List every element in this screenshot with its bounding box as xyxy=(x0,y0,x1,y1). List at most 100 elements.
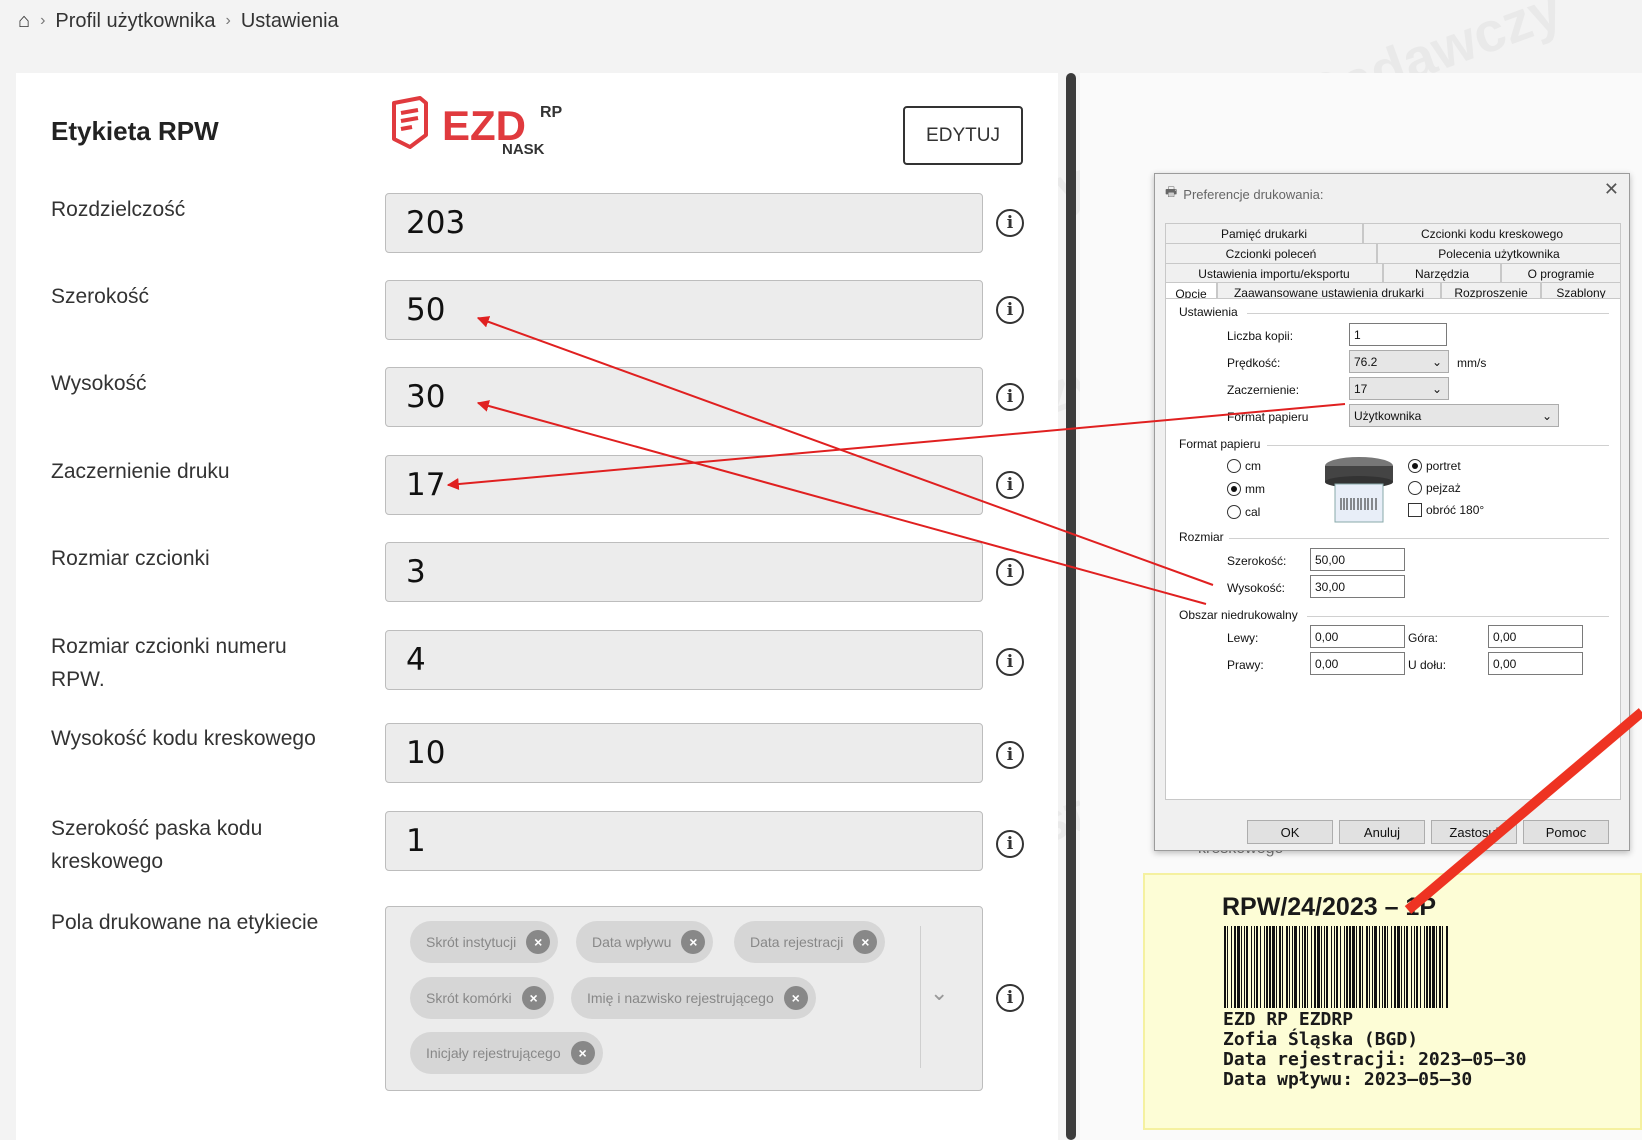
darkness-input[interactable]: 17 xyxy=(385,455,983,515)
rotate-checkbox[interactable] xyxy=(1408,503,1422,517)
barcode-bar xyxy=(1394,926,1396,1008)
tab-about[interactable]: O programie xyxy=(1501,263,1621,283)
info-icon[interactable]: i xyxy=(996,984,1024,1012)
left-margin-label: Lewy: xyxy=(1227,631,1259,645)
barcode-bar xyxy=(1436,926,1437,1008)
barcode-bar xyxy=(1424,926,1425,1008)
barcode-bar xyxy=(1349,926,1351,1008)
darkness-label: Zaczernienie: xyxy=(1227,383,1300,397)
barcode-bar xyxy=(1442,926,1443,1008)
tab-printer-memory[interactable]: Pamięć drukarki xyxy=(1165,223,1363,243)
barcode-bar xyxy=(1411,926,1412,1008)
barcode-bar xyxy=(1282,926,1283,1008)
unit-cal-label: cal xyxy=(1245,505,1261,519)
unit-mm-radio[interactable] xyxy=(1227,482,1241,496)
paper-format-select[interactable]: Użytkownika ⌄ xyxy=(1349,404,1559,427)
dialog-titlebar: 🖶 Preferencje drukowania: xyxy=(1165,183,1323,205)
edit-button[interactable]: EDYTUJ xyxy=(903,106,1023,165)
info-icon[interactable]: i xyxy=(996,648,1024,676)
barcode-height-input[interactable]: 10 xyxy=(385,723,983,783)
rpw-font-size-input[interactable]: 4 xyxy=(385,630,983,690)
barcode-bar xyxy=(1264,926,1265,1008)
unit-cal-radio[interactable] xyxy=(1227,505,1241,519)
barcode-bar-width-input[interactable]: 1 xyxy=(385,811,983,871)
tab-tools[interactable]: Narzędzia xyxy=(1383,263,1501,283)
unit-cm-label: cm xyxy=(1245,459,1261,473)
group-divider xyxy=(1229,538,1609,539)
barcode-bar xyxy=(1294,926,1297,1008)
height-input[interactable]: 30 xyxy=(385,367,983,427)
tab-command-fonts[interactable]: Czcionki poleceń xyxy=(1165,243,1377,263)
ezd-rp-logo: EZD RP NASK xyxy=(392,96,563,157)
right-margin-input[interactable]: 0,00 xyxy=(1310,652,1405,675)
info-icon[interactable]: i xyxy=(996,558,1024,586)
field-label-font-size: Rozmiar czcionki xyxy=(51,547,210,570)
preview-line-2: Zofia Śląska (BGD) xyxy=(1223,1029,1419,1050)
preview-rpw-number: RPW/24/2023 – 1P xyxy=(1222,893,1437,921)
tag-label: Inicjały rejestrującego xyxy=(426,1045,561,1061)
landscape-radio[interactable] xyxy=(1408,481,1422,495)
info-icon[interactable]: i xyxy=(996,296,1024,324)
tag-chip: Skrót komórki × xyxy=(410,977,554,1019)
remove-tag-icon[interactable]: × xyxy=(853,930,878,954)
resolution-input[interactable]: 203 xyxy=(385,193,983,253)
barcode-bar xyxy=(1404,926,1405,1008)
barcode-bar xyxy=(1241,926,1242,1008)
barcode-bar xyxy=(1299,926,1300,1008)
ok-button[interactable]: OK xyxy=(1247,820,1333,844)
group-divider xyxy=(1247,313,1609,314)
speed-select[interactable]: 76.2 ⌄ xyxy=(1349,350,1449,373)
barcode-bar xyxy=(1317,926,1320,1008)
dialog-height-input[interactable]: 30,00 xyxy=(1310,575,1405,598)
home-icon[interactable]: ⌂ xyxy=(18,10,30,33)
tab-user-commands[interactable]: Polecenia użytkownika xyxy=(1377,243,1621,263)
font-size-input[interactable]: 3 xyxy=(385,542,983,602)
remove-tag-icon[interactable]: × xyxy=(681,930,706,954)
info-icon[interactable]: i xyxy=(996,471,1024,499)
top-margin-label: Góra: xyxy=(1408,631,1439,645)
group-paper-title: Format papieru xyxy=(1179,437,1261,451)
unit-cm-radio[interactable] xyxy=(1227,459,1241,473)
barcode-bar xyxy=(1356,926,1357,1008)
top-margin-input[interactable]: 0,00 xyxy=(1488,625,1583,648)
width-input[interactable]: 50 xyxy=(385,280,983,340)
info-icon[interactable]: i xyxy=(996,830,1024,858)
panel-splitter[interactable] xyxy=(1066,73,1076,1140)
remove-tag-icon[interactable]: × xyxy=(783,986,808,1010)
breadcrumb-profile-link[interactable]: Profil użytkownika xyxy=(55,10,215,33)
chevron-right-icon: › xyxy=(40,12,46,29)
barcode-bar xyxy=(1420,926,1421,1008)
info-icon[interactable]: i xyxy=(996,741,1024,769)
barcode-bar xyxy=(1426,926,1428,1008)
remove-tag-icon[interactable]: × xyxy=(526,930,551,954)
field-label-rpw-font-size: Rozmiar czcionki numeru RPW. xyxy=(51,635,287,691)
dialog-width-input[interactable]: 50,00 xyxy=(1310,548,1405,571)
copies-input[interactable]: 1 xyxy=(1349,323,1447,346)
tab-barcode-fonts[interactable]: Czcionki kodu kreskowego xyxy=(1363,223,1621,243)
barcode-bar xyxy=(1227,926,1228,1008)
help-button[interactable]: Pomoc xyxy=(1523,820,1609,844)
left-margin-input[interactable]: 0,00 xyxy=(1310,625,1405,648)
chevron-down-icon[interactable]: ⌄ xyxy=(930,980,948,1006)
barcode-bar xyxy=(1429,926,1431,1008)
barcode-bar xyxy=(1286,926,1288,1008)
bottom-margin-input[interactable]: 0,00 xyxy=(1488,652,1583,675)
apply-button[interactable]: Zastosuj xyxy=(1431,820,1517,844)
barcode-bar xyxy=(1251,926,1252,1008)
tab-import-export[interactable]: Ustawienia importu/eksportu xyxy=(1165,263,1383,283)
close-icon[interactable]: ✕ xyxy=(1604,179,1619,200)
field-label-height: Wysokość xyxy=(51,372,147,395)
field-label-printed-fields: Pola drukowane na etykiecie xyxy=(51,911,319,934)
remove-tag-icon[interactable]: × xyxy=(521,986,546,1010)
portrait-radio[interactable] xyxy=(1408,459,1422,473)
cancel-button[interactable]: Anuluj xyxy=(1339,820,1425,844)
breadcrumb-current: Ustawienia xyxy=(240,9,339,32)
print-preferences-dialog: 🖶 Preferencje drukowania: ✕ Pamięć druka… xyxy=(1154,173,1630,851)
barcode-bar xyxy=(1302,926,1303,1008)
info-icon[interactable]: i xyxy=(996,383,1024,411)
tag-chip: Inicjały rejestrującego × xyxy=(410,1032,603,1074)
remove-tag-icon[interactable]: × xyxy=(570,1041,595,1065)
info-icon[interactable]: i xyxy=(996,209,1024,237)
darkness-select[interactable]: 17 ⌄ xyxy=(1349,377,1449,400)
speed-label: Prędkość: xyxy=(1227,356,1281,370)
